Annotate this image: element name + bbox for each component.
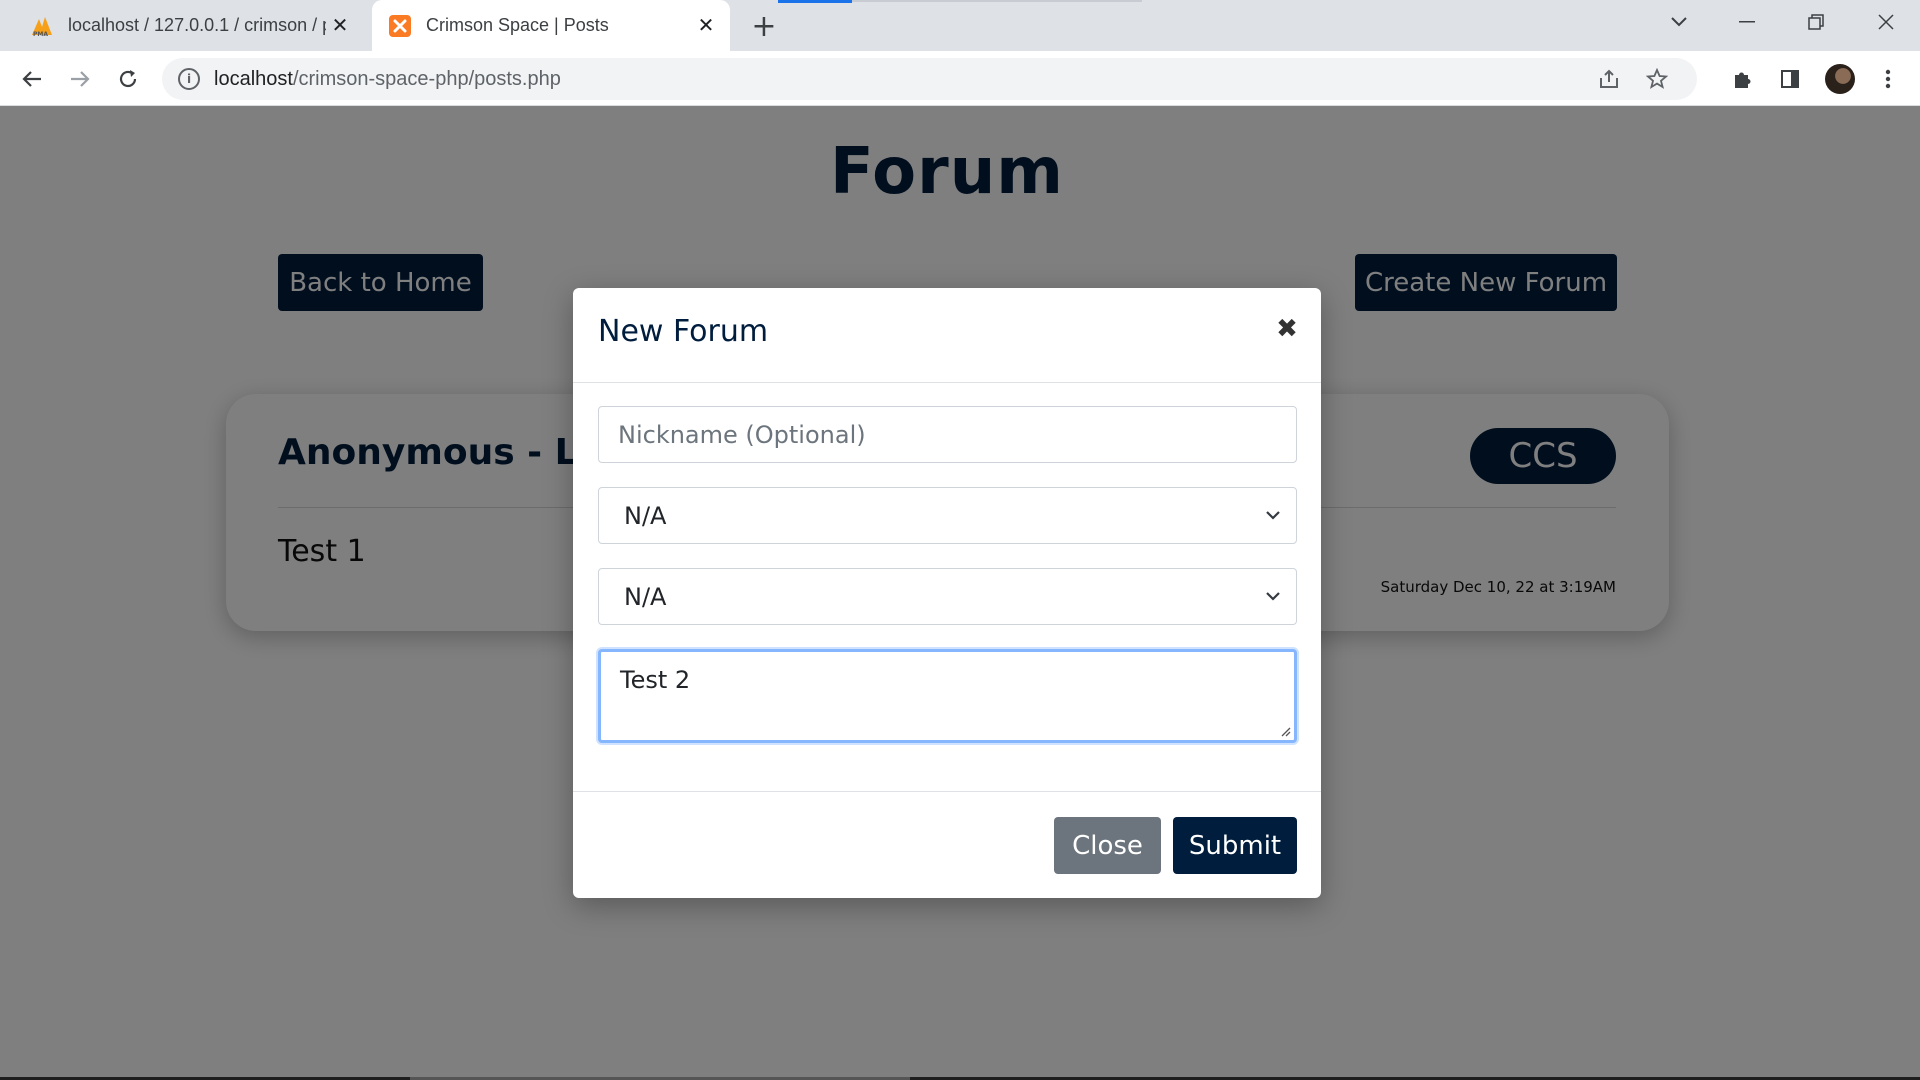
address-bar[interactable]: i localhost/crimson-space-php/posts.php [162, 58, 1697, 100]
reload-icon[interactable] [110, 61, 146, 97]
forward-icon[interactable] [62, 61, 98, 97]
close-icon[interactable]: ✕ [326, 12, 354, 40]
nickname-input[interactable]: Nickname (Optional) [598, 406, 1297, 463]
modal-header: New Forum ✖ [573, 288, 1321, 383]
close-button[interactable]: Close [1054, 817, 1161, 874]
chevron-down-icon [1266, 592, 1280, 601]
share-icon[interactable] [1591, 58, 1627, 100]
extensions-icon[interactable] [1724, 61, 1760, 97]
url-text: localhost/crimson-space-php/posts.php [214, 68, 561, 91]
restore-icon[interactable] [1796, 6, 1836, 38]
textarea-value: Test 2 [620, 666, 691, 694]
avatar [1825, 64, 1855, 94]
browser-tabstrip: PMA localhost / 127.0.0.1 / crimson / p … [0, 0, 1920, 51]
chevron-down-icon [1266, 511, 1280, 520]
category-select-2[interactable]: N/A [598, 568, 1297, 625]
tab-crimson-posts[interactable]: Crimson Space | Posts ✕ [372, 0, 730, 51]
url-host: localhost [214, 67, 293, 90]
modal-title: New Forum [598, 314, 769, 349]
info-icon[interactable]: i [178, 68, 200, 90]
tab-title: localhost / 127.0.0.1 / crimson / p [68, 15, 326, 35]
bookmark-star-icon[interactable] [1639, 58, 1675, 100]
kebab-menu-icon[interactable] [1870, 61, 1906, 97]
browser-toolbar: i localhost/crimson-space-php/posts.php [0, 51, 1920, 106]
tab-title: Crimson Space | Posts [426, 15, 609, 35]
tab-phpmyadmin[interactable]: PMA localhost / 127.0.0.1 / crimson / p … [22, 0, 364, 51]
tab-search-icon[interactable] [1659, 6, 1699, 38]
content-textarea[interactable]: Test 2 [598, 649, 1297, 743]
new-tab-button[interactable]: + [748, 9, 780, 44]
back-icon[interactable] [14, 61, 50, 97]
select-value: N/A [624, 501, 667, 530]
select-value: N/A [624, 582, 667, 611]
url-path: /crimson-space-php/posts.php [292, 67, 561, 90]
phpmyadmin-icon: PMA [30, 14, 54, 38]
resize-grip-icon[interactable] [1279, 725, 1291, 737]
xampp-icon [388, 14, 412, 38]
modal-footer: Close Submit [573, 791, 1321, 898]
loading-track [852, 0, 1142, 2]
side-panel-icon[interactable] [1772, 61, 1808, 97]
new-forum-modal: New Forum ✖ Nickname (Optional) N/A N/A … [573, 288, 1321, 898]
submit-button[interactable]: Submit [1173, 817, 1297, 874]
modal-close-icon[interactable]: ✖ [1271, 313, 1303, 345]
window-close-icon[interactable] [1866, 6, 1906, 38]
svg-text:PMA: PMA [33, 31, 48, 37]
loading-indicator [778, 0, 852, 3]
close-icon[interactable]: ✕ [692, 12, 720, 40]
minimize-icon[interactable] [1727, 6, 1767, 38]
profile-avatar[interactable] [1822, 61, 1858, 97]
category-select-1[interactable]: N/A [598, 487, 1297, 544]
